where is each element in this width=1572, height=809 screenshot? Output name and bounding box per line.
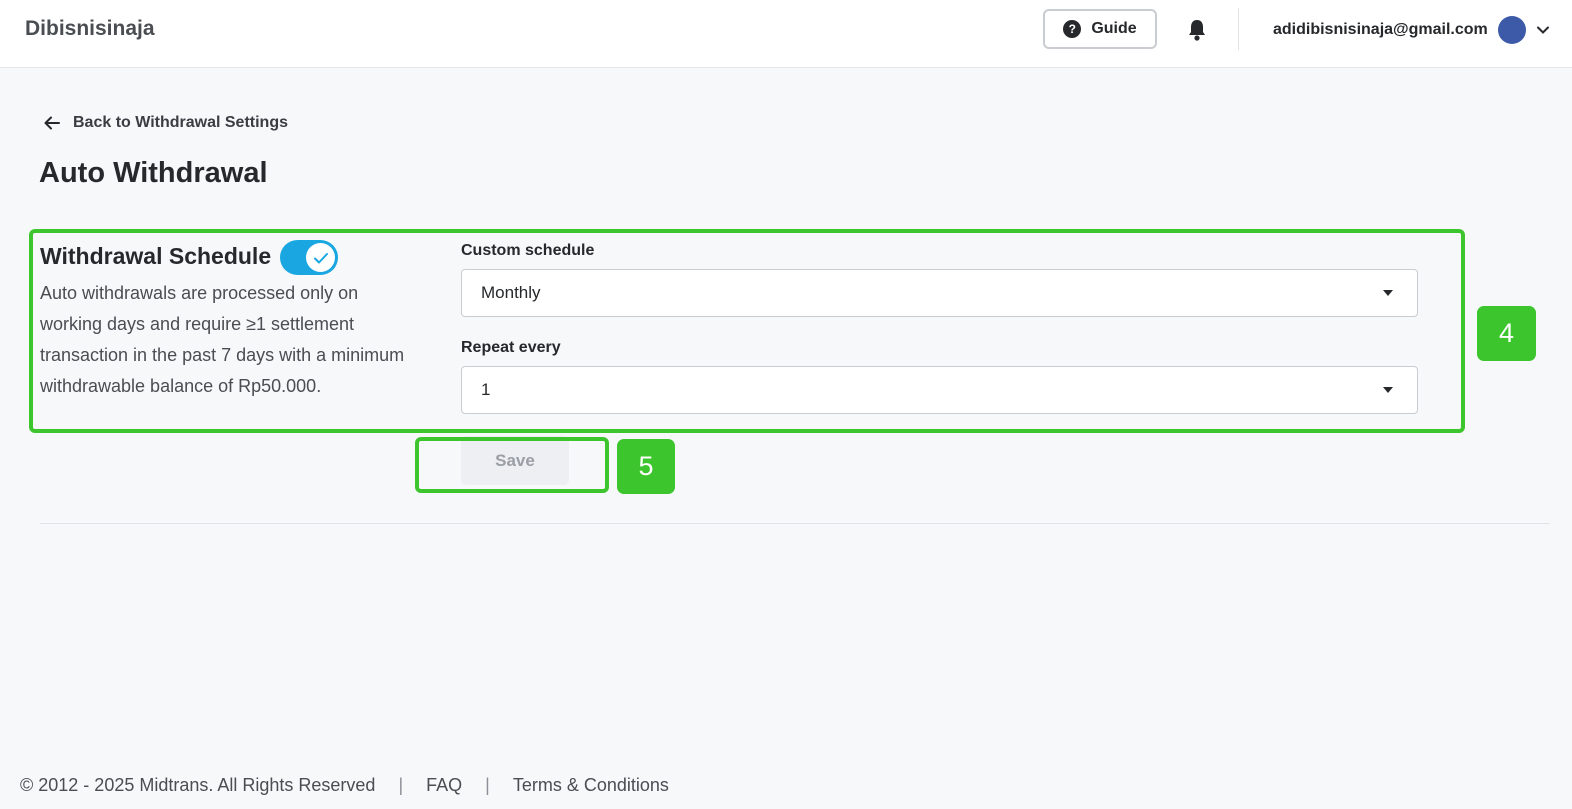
withdrawal-schedule-description: Auto withdrawals are processed only on w… — [40, 283, 405, 396]
brand-name: Dibisnisinaja — [25, 17, 155, 40]
guide-button[interactable]: ? Guide — [1043, 9, 1157, 49]
top-bar: Dibisnisinaja ? Guide adidibisnisinaja@g… — [0, 0, 1572, 68]
footer-separator: | — [485, 775, 490, 795]
chevron-down-icon — [1536, 26, 1549, 34]
custom-schedule-value: Monthly — [481, 283, 541, 302]
caret-down-icon — [1383, 387, 1393, 393]
custom-schedule-select[interactable]: Monthly — [461, 269, 1418, 317]
check-icon — [313, 252, 328, 263]
save-button[interactable]: Save — [461, 436, 569, 485]
terms-link[interactable]: Terms & Conditions — [513, 775, 669, 796]
annotation-badge-4: 4 — [1477, 306, 1536, 361]
caret-down-icon — [1383, 290, 1393, 296]
faq-link[interactable]: FAQ — [426, 775, 462, 796]
guide-label: Guide — [1091, 20, 1137, 37]
repeat-every-select[interactable]: 1 — [461, 366, 1418, 414]
footer: © 2012 - 2025 Midtrans. All Rights Reser… — [20, 775, 669, 796]
arrow-left-icon — [44, 116, 60, 130]
footer-separator: | — [398, 775, 404, 795]
user-menu[interactable]: adidibisnisinaja@gmail.com — [1273, 16, 1550, 44]
annotation-badge-5: 5 — [617, 439, 675, 494]
repeat-every-value: 1 — [481, 380, 491, 399]
toggle-knob — [306, 243, 335, 272]
avatar — [1497, 16, 1526, 44]
back-to-withdrawal-settings-link[interactable]: Back to Withdrawal Settings — [43, 114, 288, 132]
repeat-every-label: Repeat every — [461, 339, 561, 356]
question-icon: ? — [1063, 20, 1082, 38]
header-divider — [1238, 8, 1239, 50]
withdrawal-schedule-toggle[interactable] — [280, 240, 338, 275]
withdrawal-schedule-title: Withdrawal Schedule — [40, 243, 272, 269]
copyright-text: © 2012 - 2025 Midtrans. All Rights Reser… — [20, 775, 376, 795]
page-title: Auto Withdrawal — [39, 157, 268, 189]
section-divider — [40, 523, 1550, 524]
user-email: adidibisnisinaja@gmail.com — [1273, 21, 1488, 38]
custom-schedule-label: Custom schedule — [461, 242, 595, 259]
back-link-label: Back to Withdrawal Settings — [73, 114, 288, 131]
notification-bell-icon[interactable] — [1186, 18, 1208, 42]
